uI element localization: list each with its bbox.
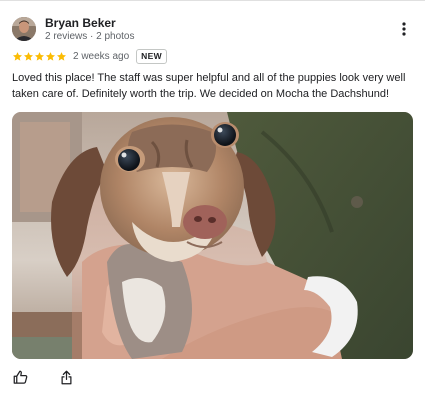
more-options-button[interactable]: [396, 20, 412, 38]
review-date: 2 weeks ago: [73, 50, 130, 62]
rating-row: 2 weeks ago NEW: [12, 48, 167, 64]
star-rating: [12, 51, 67, 62]
like-button[interactable]: [12, 368, 28, 386]
reviewer-meta: 2 reviews · 2 photos: [45, 31, 135, 42]
review-text: Loved this place! The staff was super he…: [12, 72, 406, 100]
more-vert-icon: [402, 22, 406, 36]
reviewer-name[interactable]: Bryan Beker: [45, 16, 116, 30]
star-icon: [46, 51, 55, 61]
share-icon: [61, 370, 71, 384]
thumbs-up-icon: [13, 370, 27, 384]
share-button[interactable]: [58, 368, 74, 386]
action-bar: [12, 368, 74, 386]
avatar[interactable]: [12, 17, 36, 41]
star-icon: [13, 51, 22, 61]
new-badge: NEW: [136, 48, 167, 64]
review-photo[interactable]: [12, 112, 413, 359]
top-divider: [0, 0, 425, 1]
star-icon: [24, 51, 33, 61]
star-icon: [35, 51, 44, 61]
star-icon: [57, 51, 66, 61]
